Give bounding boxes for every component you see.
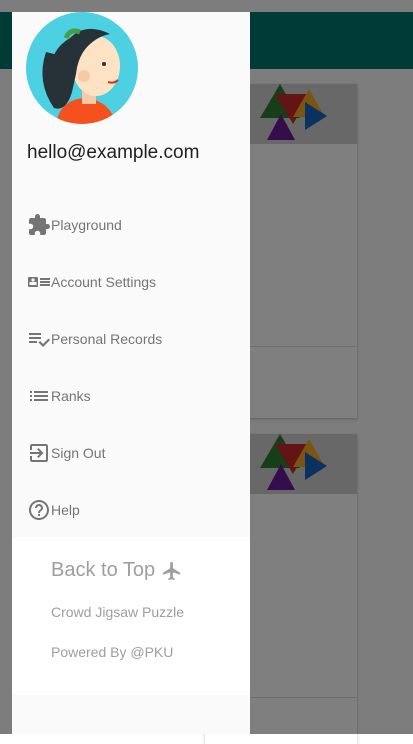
avatar-icon xyxy=(26,12,138,124)
menu-item-help[interactable]: Help xyxy=(12,481,250,538)
menu-item-sign-out[interactable]: Sign Out xyxy=(12,424,250,481)
menu-item-playground[interactable]: Playground xyxy=(12,196,250,253)
back-to-top-link[interactable]: Back to Top xyxy=(51,559,183,582)
puzzle-icon xyxy=(27,213,51,237)
menu-label-help: Help xyxy=(51,501,80,518)
drawer-footer: Back to Top Crowd Jigsaw Puzzle Powered … xyxy=(12,537,250,695)
menu-label-ranks: Ranks xyxy=(51,387,91,404)
sign-out-icon xyxy=(27,441,51,465)
back-to-top-label: Back to Top xyxy=(51,559,156,581)
list-icon xyxy=(27,384,51,408)
menu-label-sign-out: Sign Out xyxy=(51,444,106,461)
help-circle-icon xyxy=(27,498,51,522)
menu-label-account-settings: Account Settings xyxy=(51,273,157,290)
powered-by-text: Powered By @PKU xyxy=(51,644,174,660)
playlist-check-icon xyxy=(27,327,51,351)
menu-item-account-settings[interactable]: Account Settings xyxy=(12,253,250,310)
user-email: hello@example.com xyxy=(27,142,200,163)
navigation-drawer: hello@example.com Playground Account Set… xyxy=(12,12,250,734)
menu-label-personal-records: Personal Records xyxy=(51,330,163,347)
menu-item-ranks[interactable]: Ranks xyxy=(12,367,250,424)
menu-label-playground: Playground xyxy=(51,216,122,233)
app-name: Crowd Jigsaw Puzzle xyxy=(51,604,185,620)
airplane-icon xyxy=(162,561,181,580)
avatar[interactable] xyxy=(26,12,138,124)
account-card-icon xyxy=(27,270,51,294)
menu-item-personal-records[interactable]: Personal Records xyxy=(12,310,250,367)
